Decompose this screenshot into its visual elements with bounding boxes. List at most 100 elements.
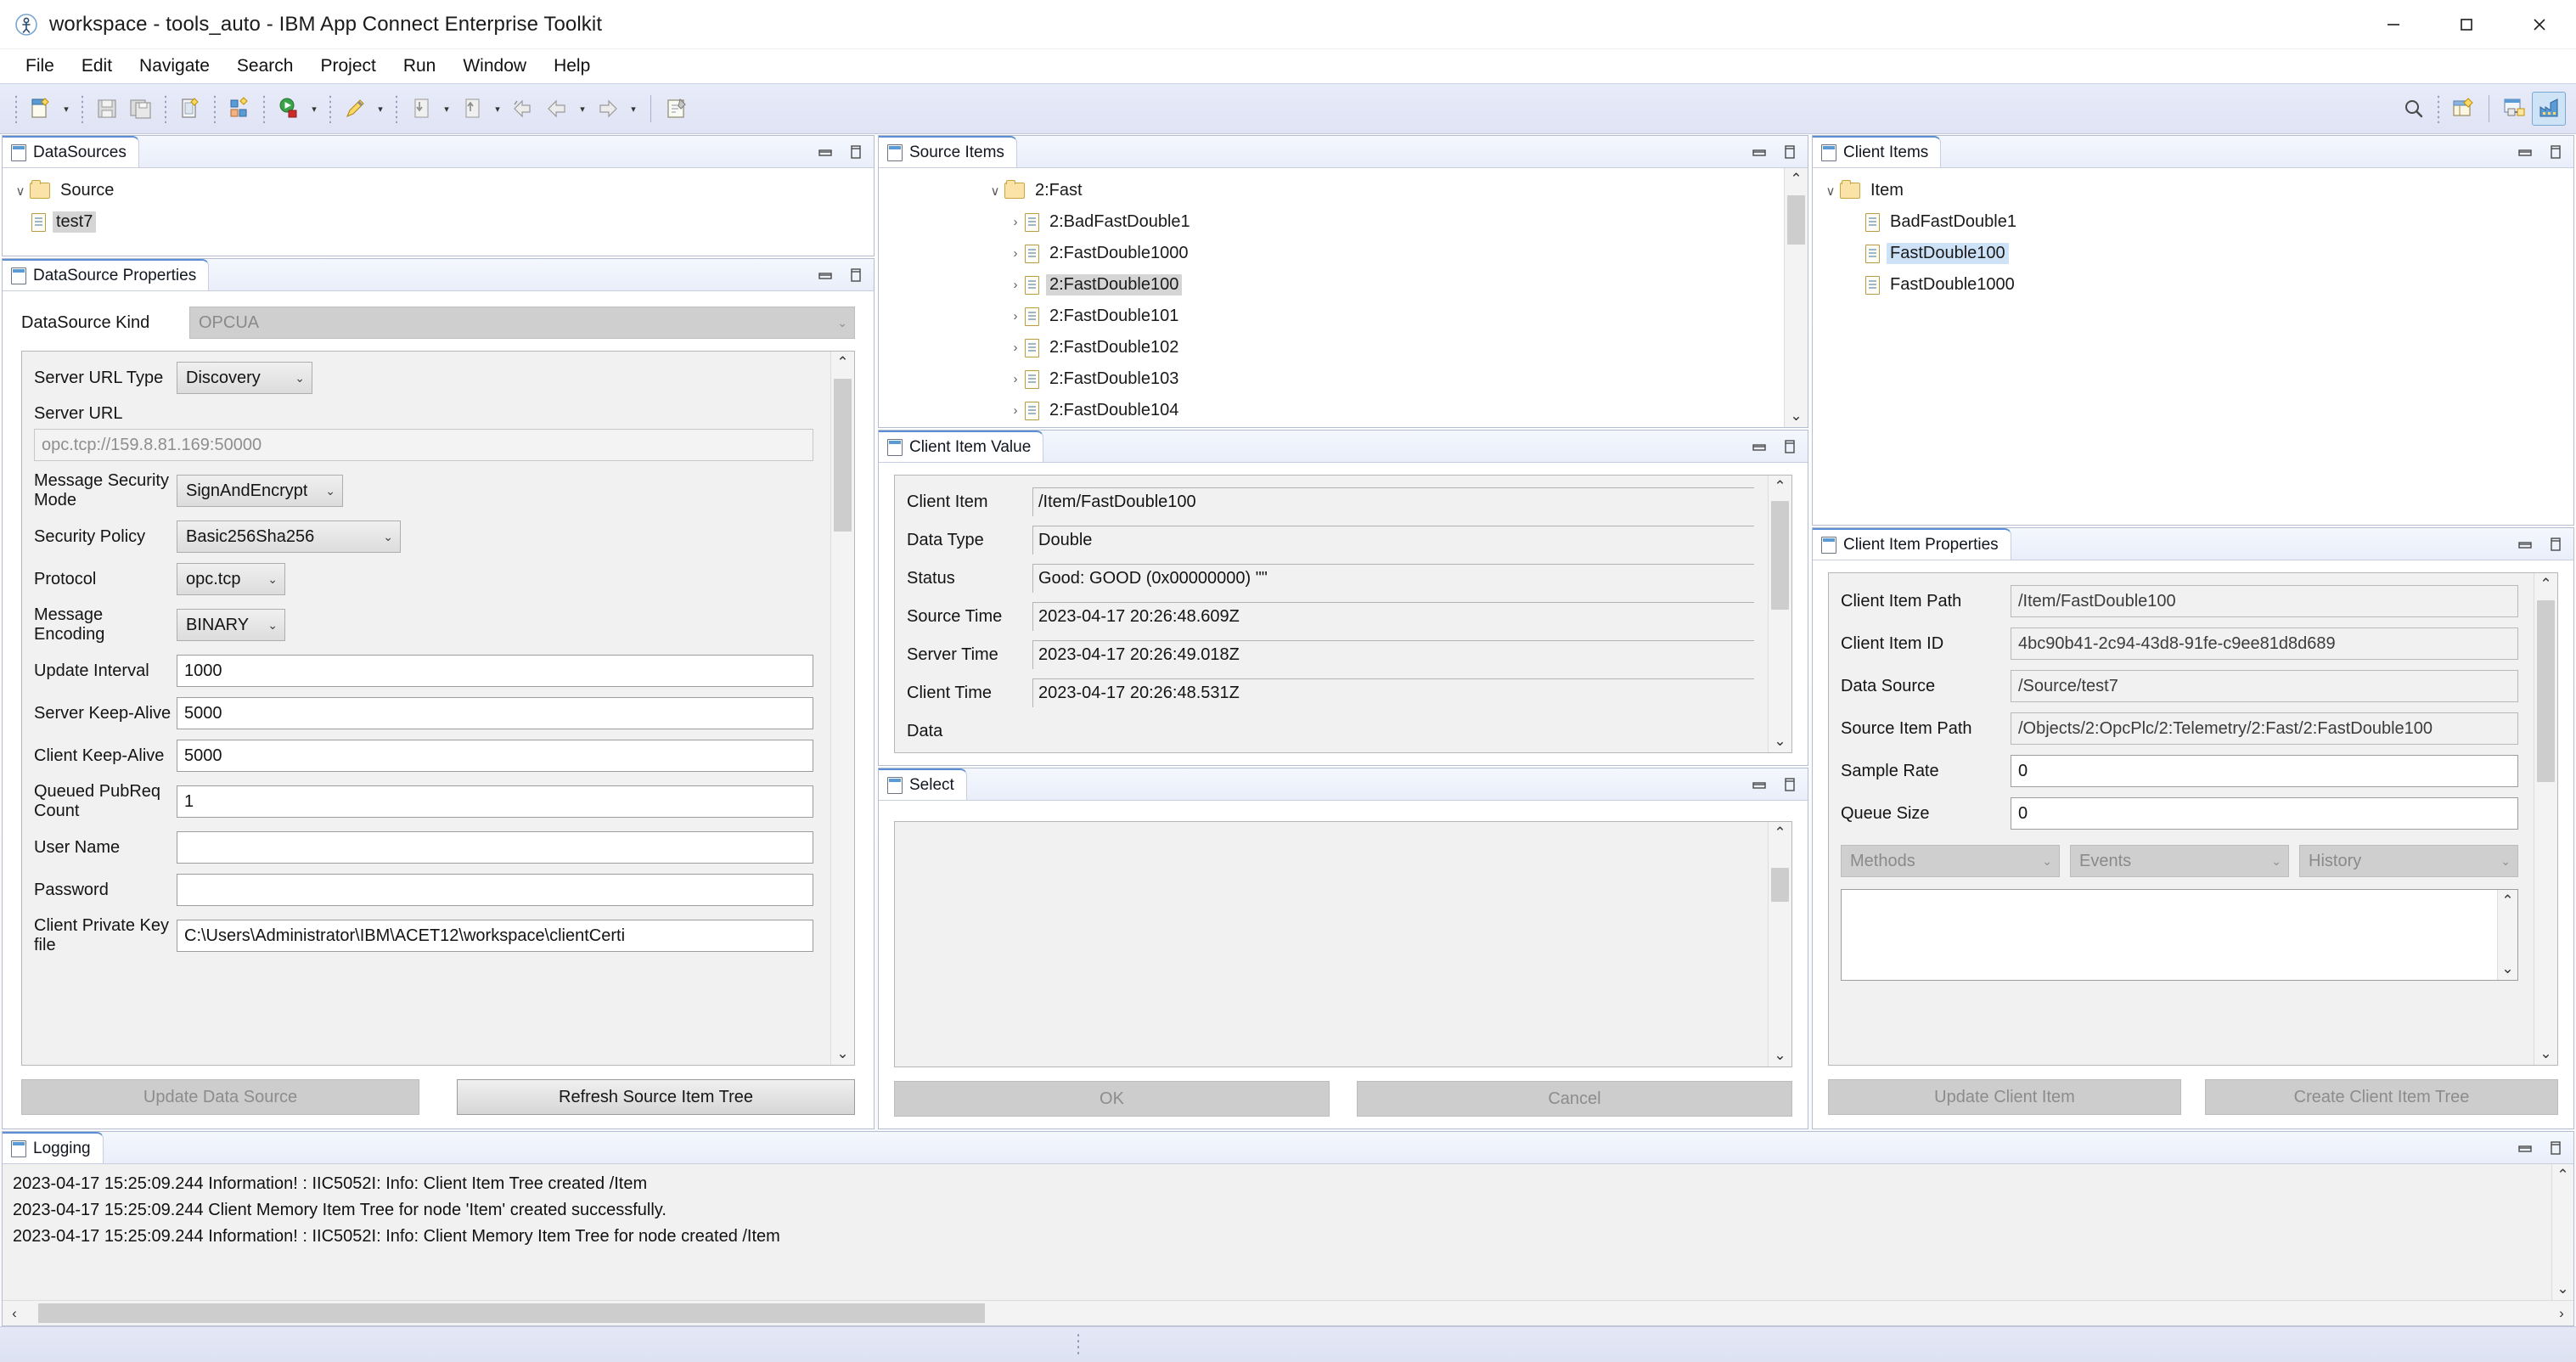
scroll-up-icon[interactable]: ⌃ [2552, 1164, 2573, 1186]
scroll-track[interactable] [1769, 844, 1791, 1044]
new-message-flow-icon[interactable] [173, 92, 207, 126]
update-client-item-button[interactable]: Update Client Item [1828, 1079, 2181, 1115]
next-icon[interactable] [591, 92, 625, 126]
server-url-type-select[interactable]: Discovery ⌄ [177, 362, 312, 394]
scroll-thumb[interactable] [38, 1303, 985, 1323]
tree-row-badfastdouble1[interactable]: › 2:BadFastDouble1 [977, 206, 1808, 238]
menu-run[interactable]: Run [390, 53, 450, 80]
ok-button[interactable]: OK [894, 1081, 1330, 1117]
toolbar-grip-4[interactable] [213, 94, 217, 123]
minimize-view-icon[interactable] [2516, 143, 2534, 161]
scroll-thumb[interactable] [1787, 195, 1805, 245]
maximize-view-icon[interactable] [2546, 1139, 2565, 1157]
back-icon[interactable] [506, 92, 540, 126]
minimize-view-icon[interactable] [2516, 1139, 2534, 1157]
toolbar-grip-3[interactable] [164, 94, 167, 123]
password-input[interactable] [177, 874, 813, 906]
toolbar-grip-6[interactable] [329, 94, 332, 123]
maximize-view-icon[interactable] [2546, 535, 2565, 554]
menu-window[interactable]: Window [449, 53, 540, 80]
scroll-up-icon[interactable]: ⌃ [1769, 476, 1791, 498]
menu-help[interactable]: Help [540, 53, 604, 80]
tree-row-fastdouble104[interactable]: › 2:FastDouble104 [977, 395, 1808, 426]
scroll-track[interactable] [2552, 1186, 2573, 1278]
message-encoding-select[interactable]: BINARY ⌄ [177, 609, 285, 641]
toolbar-grip-7[interactable] [395, 94, 398, 123]
menu-navigate[interactable]: Navigate [126, 53, 223, 80]
tree-row-fastdouble102[interactable]: › 2:FastDouble102 [977, 332, 1808, 363]
new-icon[interactable] [24, 92, 58, 126]
refresh-source-item-tree-button[interactable]: Refresh Source Item Tree [457, 1079, 855, 1115]
data-source-input[interactable]: /Source/test7 [2011, 670, 2518, 702]
chevron-right-icon[interactable]: › [1006, 340, 1025, 355]
scroll-down-icon[interactable]: ⌄ [1769, 730, 1791, 752]
update-interval-input[interactable]: 1000 [177, 655, 813, 687]
user-name-input[interactable] [177, 831, 813, 864]
run-icon[interactable] [272, 92, 306, 126]
scroll-down-icon[interactable]: ⌄ [2534, 1043, 2557, 1065]
import-icon[interactable] [404, 92, 438, 126]
tab-client-item-properties[interactable]: Client Item Properties [1813, 528, 2011, 560]
scroll-up-icon[interactable]: ⌃ [2534, 573, 2557, 595]
toolbar-grip-right[interactable] [2437, 94, 2440, 123]
tree-row-fastdouble100[interactable]: › 2:FastDouble100 [977, 269, 1808, 301]
run-dropdown-arrow[interactable]: ▾ [306, 92, 323, 126]
tree-row-test7[interactable]: test7 [3, 206, 874, 238]
select-vscrollbar[interactable]: ⌃ ⌄ [1768, 822, 1791, 1067]
update-data-source-button[interactable]: Update Data Source [21, 1079, 419, 1115]
datasource-fields-vscrollbar[interactable]: ⌃ ⌄ [830, 352, 854, 1065]
export-icon[interactable] [455, 92, 489, 126]
opcua-perspective-icon[interactable] [2532, 92, 2566, 126]
source-item-path-input[interactable]: /Objects/2:OpcPlc/2:Telemetry/2:Fast/2:F… [2011, 712, 2518, 745]
minimize-view-icon[interactable] [816, 266, 835, 284]
chevron-right-icon[interactable]: › [1006, 372, 1025, 386]
scroll-track[interactable] [1769, 498, 1791, 730]
client-item-value-vscrollbar[interactable]: ⌃ ⌄ [1768, 476, 1791, 752]
chevron-right-icon[interactable]: › [1006, 309, 1025, 324]
minimize-button[interactable] [2357, 0, 2430, 49]
notes-vscrollbar[interactable]: ⌃ ⌄ [2497, 890, 2517, 980]
tree-row-source[interactable]: ∨ Source [3, 175, 874, 206]
create-client-item-tree-button[interactable]: Create Client Item Tree [2205, 1079, 2558, 1115]
client-item-path-input[interactable]: /Item/FastDouble100 [2011, 585, 2518, 617]
new-perspective-icon[interactable] [2446, 92, 2480, 126]
queue-size-input[interactable]: 0 [2011, 797, 2518, 830]
tab-client-items[interactable]: Client Items [1813, 136, 1941, 167]
cancel-button[interactable]: Cancel [1357, 1081, 1792, 1117]
client-item-value-scroll[interactable]: Client Item /Item/FastDouble100 Data Typ… [895, 476, 1791, 752]
log-console[interactable]: 2023-04-17 15:25:09.244 Information! : I… [3, 1164, 2573, 1300]
minimize-view-icon[interactable] [1750, 775, 1769, 794]
scroll-track[interactable] [831, 374, 854, 1043]
new-dropdown-arrow[interactable]: ▾ [58, 92, 75, 126]
menu-search[interactable]: Search [223, 53, 307, 80]
sample-rate-input[interactable]: 0 [2011, 755, 2518, 787]
toolbar-grip-5[interactable] [262, 94, 266, 123]
chevron-right-icon[interactable]: › [1006, 246, 1025, 261]
queued-pubreq-count-input[interactable]: 1 [177, 785, 813, 818]
scroll-thumb[interactable] [2537, 600, 2555, 782]
minimize-view-icon[interactable] [816, 143, 835, 161]
maximize-button[interactable] [2430, 0, 2503, 49]
tree-row-client-badfastdouble1[interactable]: BadFastDouble1 [1813, 206, 2573, 238]
datasource-kind-select[interactable]: OPCUA ⌄ [189, 307, 855, 339]
scroll-track[interactable] [2534, 595, 2557, 1043]
toolbar-grip-2[interactable] [81, 94, 84, 123]
chevron-down-icon[interactable]: ∨ [11, 183, 30, 199]
new-application-icon[interactable] [222, 92, 256, 126]
security-policy-select[interactable]: Basic256Sha256 ⌄ [177, 521, 401, 553]
tree-row-fastdouble103[interactable]: › 2:FastDouble103 [977, 363, 1808, 395]
tree-row-2fast[interactable]: ∨ 2:Fast [977, 175, 1808, 206]
scroll-down-icon[interactable]: ⌄ [2498, 958, 2517, 980]
tree-row-client-fastdouble100[interactable]: FastDouble100 [1813, 238, 2573, 269]
tab-datasources[interactable]: DataSources [3, 136, 139, 167]
client-private-key-file-input[interactable]: C:\Users\Administrator\IBM\ACET12\worksp… [177, 920, 813, 952]
maximize-view-icon[interactable] [1780, 775, 1799, 794]
datasource-fields-scroll[interactable]: Server URL Type Discovery ⌄ Server URL [22, 352, 854, 1065]
scroll-thumb[interactable] [834, 379, 852, 532]
source-items-vscrollbar[interactable]: ⌃ ⌄ [1784, 168, 1808, 427]
events-select[interactable]: Events ⌄ [2070, 845, 2289, 877]
maximize-view-icon[interactable] [1780, 437, 1799, 456]
log-vscrollbar[interactable]: ⌃ ⌄ [2551, 1164, 2573, 1300]
chevron-right-icon[interactable]: › [1006, 403, 1025, 418]
select-list[interactable] [895, 822, 1791, 1067]
